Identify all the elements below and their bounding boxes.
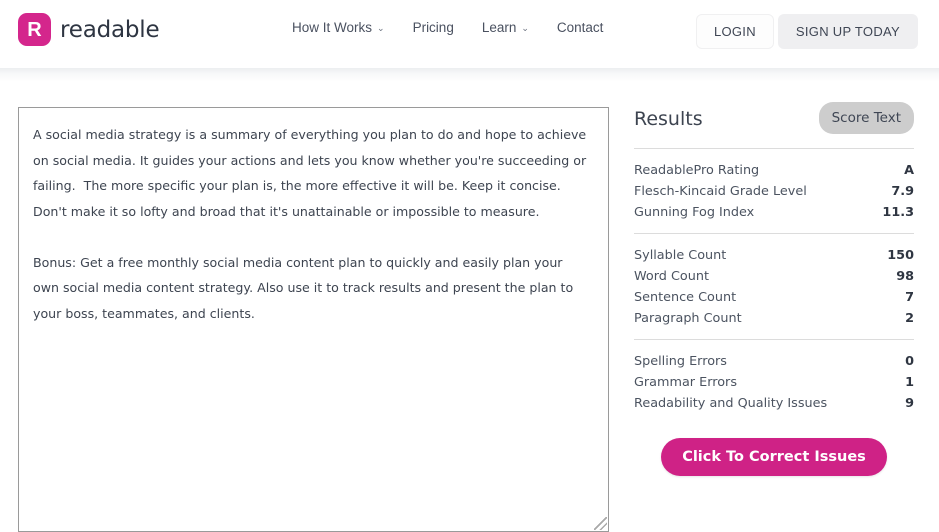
metric-row: Word Count 98 (634, 266, 914, 287)
metric-value: 7.9 (891, 184, 914, 199)
metric-value: 1 (905, 375, 914, 390)
nav-label-contact: Contact (556, 20, 604, 35)
metric-row: Spelling Errors 0 (634, 351, 914, 372)
metric-label: Flesch-Kincaid Grade Level (634, 184, 807, 199)
site-header: R readable How It Works ⌄ Pricing Learn … (0, 0, 939, 68)
metric-value: 98 (896, 269, 914, 284)
metric-value: 9 (905, 396, 914, 411)
nav-item-contact[interactable]: Contact (557, 20, 604, 35)
readable-logo-icon: R (18, 13, 51, 46)
main-content: Results Score Text ReadablePro Rating A … (0, 82, 939, 532)
correct-issues-cta-wrapper: Click To Correct Issues (634, 424, 914, 476)
header-actions: LOGIN SIGN UP TODAY (695, 14, 918, 49)
metric-value: 0 (905, 354, 914, 369)
nav-label-learn: Learn (481, 20, 517, 35)
nav-item-how-it-works[interactable]: How It Works ⌄ (292, 20, 385, 35)
metric-label: ReadablePro Rating (634, 163, 760, 178)
page-root: R readable How It Works ⌄ Pricing Learn … (0, 0, 939, 532)
metric-row: Grammar Errors 1 (634, 372, 914, 393)
metric-row: Readability and Quality Issues 9 (634, 393, 914, 414)
chevron-down-icon: ⌄ (377, 23, 385, 33)
score-text-button[interactable]: Score Text (818, 102, 914, 134)
results-title: Results (634, 108, 703, 130)
metric-value: 11.3 (882, 205, 914, 220)
text-input-area[interactable] (18, 107, 609, 532)
metric-row: Flesch-Kincaid Grade Level 7.9 (634, 181, 914, 202)
text-editor-wrapper (18, 107, 609, 532)
metric-value: A (904, 163, 914, 178)
metric-group-counts: Syllable Count 150 Word Count 98 Sentenc… (634, 234, 914, 339)
metric-label: Readability and Quality Issues (634, 396, 828, 411)
metric-row: Syllable Count 150 (634, 245, 914, 266)
metric-label: Sentence Count (634, 290, 737, 305)
metric-row: Gunning Fog Index 11.3 (634, 202, 914, 223)
results-panel: Results Score Text ReadablePro Rating A … (634, 102, 914, 476)
metric-row: Paragraph Count 2 (634, 308, 914, 329)
brand-logo-link[interactable]: R readable (18, 13, 160, 46)
metric-label: Grammar Errors (634, 375, 737, 390)
metric-value: 7 (905, 290, 914, 305)
results-header: Results Score Text (634, 102, 914, 148)
login-button[interactable]: LOGIN (695, 14, 774, 49)
metric-group-readability: ReadablePro Rating A Flesch-Kincaid Grad… (634, 149, 914, 233)
metric-group-issues: Spelling Errors 0 Grammar Errors 1 Reada… (634, 340, 914, 424)
click-to-correct-issues-button[interactable]: Click To Correct Issues (661, 438, 887, 476)
metric-label: Syllable Count (634, 248, 727, 263)
header-shadow (0, 68, 939, 82)
nav-label-pricing: Pricing (412, 20, 454, 35)
metric-label: Spelling Errors (634, 354, 727, 369)
metric-label: Word Count (634, 269, 709, 284)
metric-value: 150 (887, 248, 914, 263)
metric-row: Sentence Count 7 (634, 287, 914, 308)
metric-label: Paragraph Count (634, 311, 742, 326)
sign-up-today-button[interactable]: SIGN UP TODAY (777, 14, 918, 49)
nav-item-pricing[interactable]: Pricing (413, 20, 454, 35)
nav-item-learn[interactable]: Learn ⌄ (482, 20, 529, 35)
metric-label: Gunning Fog Index (634, 205, 755, 220)
main-navigation: How It Works ⌄ Pricing Learn ⌄ Contact (292, 20, 603, 35)
metric-row: ReadablePro Rating A (634, 160, 914, 181)
nav-label-how-it-works: How It Works (292, 20, 373, 35)
chevron-down-icon: ⌄ (521, 23, 529, 33)
brand-name: readable (60, 16, 160, 43)
metric-value: 2 (905, 311, 914, 326)
